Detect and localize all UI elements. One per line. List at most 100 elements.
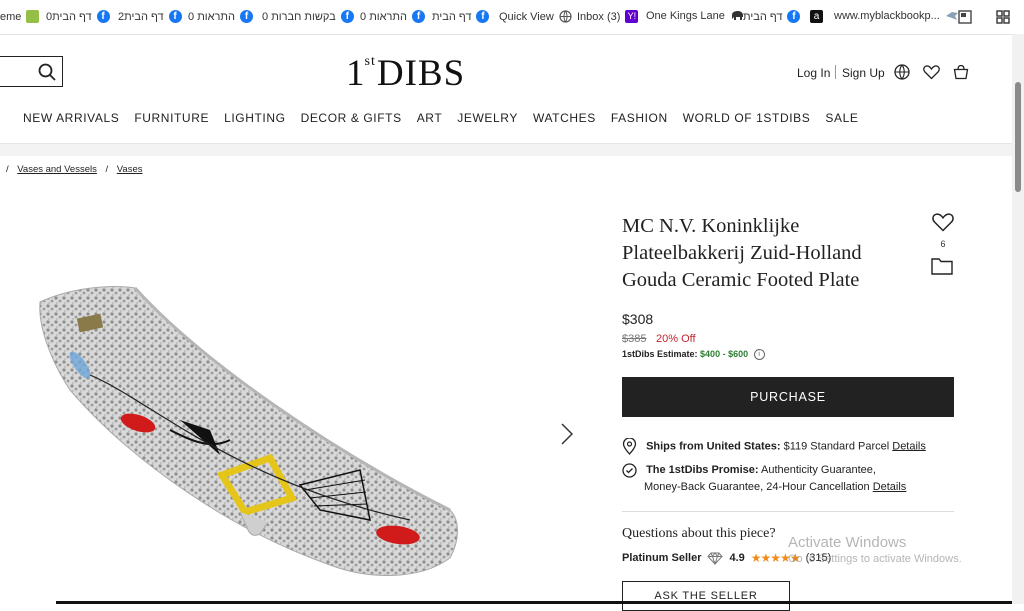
shipping-cost: $119 Standard Parcel bbox=[783, 440, 890, 453]
elephant-icon bbox=[731, 11, 743, 20]
ask-seller-button[interactable]: ASK THE SELLER bbox=[622, 581, 790, 611]
nav-item-lighting[interactable]: LIGHTING bbox=[224, 111, 285, 125]
breadcrumb-vases[interactable]: Vases bbox=[117, 164, 143, 175]
bookmark-label: Quick View bbox=[499, 10, 554, 23]
globe-icon[interactable] bbox=[894, 64, 910, 80]
discount-label: 20% Off bbox=[656, 333, 696, 345]
yahoo-icon: Y! bbox=[625, 10, 639, 23]
reading-list-icon[interactable] bbox=[958, 10, 972, 24]
shipping-info: Ships from United States: $119 Standard … bbox=[622, 438, 926, 455]
bookmark-label: www.myblackbookp... bbox=[834, 10, 940, 22]
price: $308 bbox=[622, 311, 654, 327]
favorites-count: 6 bbox=[940, 239, 946, 249]
scrollbar[interactable] bbox=[1012, 34, 1024, 604]
watermark-subtitle: Go to Settings to activate Windows. bbox=[788, 553, 962, 565]
heart-icon[interactable] bbox=[932, 212, 954, 232]
promise-label: The 1stDibs Promise: bbox=[646, 464, 759, 476]
bookmark-item[interactable]: Inbox (3) Y! bbox=[577, 10, 639, 23]
estimate: 1stDibs Estimate: $400 - $600 i bbox=[622, 349, 765, 361]
site-logo[interactable]: 1stDIBS bbox=[346, 52, 465, 95]
questions-heading: Questions about this piece? bbox=[622, 526, 776, 541]
bookmark-item[interactable]: 0 התראות f bbox=[188, 10, 253, 23]
purchase-button[interactable]: PURCHASE bbox=[622, 377, 954, 417]
bookmark-item[interactable]: דף הבית0 f bbox=[46, 10, 110, 23]
product-image[interactable] bbox=[30, 280, 470, 600]
promise-info: The 1stDibs Promise: Authenticity Guaran… bbox=[622, 462, 906, 496]
shopping-bag-icon[interactable] bbox=[953, 64, 969, 80]
amazon-icon: a bbox=[810, 10, 823, 23]
shipping-details-link[interactable]: Details bbox=[892, 440, 926, 452]
chevron-right-icon[interactable] bbox=[561, 423, 573, 445]
nav-item-decor-gifts[interactable]: DECOR & GIFTS bbox=[301, 111, 402, 125]
folder-icon[interactable] bbox=[931, 257, 953, 275]
info-icon[interactable]: i bbox=[753, 349, 765, 361]
nav-divider-band bbox=[0, 143, 1012, 156]
activate-windows-watermark: Activate Windows Go to Settings to activ… bbox=[788, 534, 962, 565]
nav-item-fashion[interactable]: FASHION bbox=[611, 111, 668, 125]
nav-item-art[interactable]: ART bbox=[417, 111, 443, 125]
bird-icon bbox=[945, 12, 958, 20]
globe-icon bbox=[559, 10, 572, 23]
bookmark-item[interactable]: דף הבית2 f bbox=[118, 10, 182, 23]
bookmark-label: 0 בקשות חברות bbox=[262, 10, 336, 23]
bookmark-item[interactable]: www.myblackbookp... bbox=[834, 10, 959, 22]
logo-digit: 1 bbox=[346, 53, 366, 94]
bookmark-item[interactable]: 0 בקשות חברות f bbox=[262, 10, 354, 23]
bookmark-item[interactable]: eme bbox=[0, 10, 40, 23]
bookmark-label: דף הבית bbox=[743, 10, 783, 23]
watermark-title: Activate Windows bbox=[788, 534, 907, 551]
bookmark-label: דף הבית2 bbox=[118, 10, 164, 23]
main-nav: NEW ARRIVALS FURNITURE LIGHTING DECOR & … bbox=[23, 111, 873, 125]
ships-from-label: Ships from United States: bbox=[646, 440, 781, 453]
facebook-icon: f bbox=[240, 10, 253, 23]
bookmark-item[interactable]: 0 התראות f bbox=[360, 10, 425, 23]
nav-item-sale[interactable]: SALE bbox=[825, 111, 858, 125]
seller-tier: Platinum Seller bbox=[622, 552, 702, 564]
seller-rating: 4.9 bbox=[729, 552, 745, 564]
bookmark-item[interactable]: a bbox=[810, 10, 823, 23]
bookmark-item[interactable]: Quick View bbox=[499, 10, 572, 23]
estimate-label: 1stDibs Estimate: bbox=[622, 349, 698, 359]
apps-grid-icon[interactable] bbox=[996, 10, 1010, 24]
location-pin-icon bbox=[622, 438, 637, 455]
promise-text-2: Money-Back Guarantee, 24-Hour Cancellati… bbox=[644, 481, 870, 493]
facebook-icon: f bbox=[96, 10, 110, 23]
estimate-range: $400 - $600 bbox=[700, 349, 749, 359]
facebook-icon: f bbox=[476, 10, 490, 23]
nav-item-new-arrivals[interactable]: NEW ARRIVALS bbox=[23, 111, 119, 125]
original-price: $385 bbox=[622, 333, 647, 345]
breadcrumb-vases-and-vessels[interactable]: Vases and Vessels bbox=[17, 164, 97, 175]
facebook-icon: f bbox=[787, 10, 801, 23]
heart-icon[interactable] bbox=[923, 64, 940, 80]
nav-item-jewelry[interactable]: JEWELRY bbox=[457, 111, 518, 125]
nav-item-furniture[interactable]: FURNITURE bbox=[134, 111, 209, 125]
nav-item-watches[interactable]: WATCHES bbox=[533, 111, 596, 125]
bookmark-label: One Kings Lane bbox=[646, 10, 725, 22]
check-circle-icon bbox=[622, 462, 637, 478]
nav-item-world-of-1stdibs[interactable]: WORLD OF 1STDIBS bbox=[683, 111, 811, 125]
signup-link[interactable]: Sign Up bbox=[842, 66, 885, 80]
login-link[interactable]: Log In bbox=[797, 66, 830, 80]
product-title: MC N.V. Koninklijke Plateelbakkerij Zuid… bbox=[622, 215, 862, 291]
search-icon[interactable] bbox=[38, 63, 56, 81]
bookmark-label: דף הבית0 bbox=[46, 10, 92, 23]
logo-st: st bbox=[364, 54, 376, 69]
search-input[interactable] bbox=[0, 56, 63, 87]
favorite-button[interactable]: 6 bbox=[931, 212, 955, 249]
bookmark-item[interactable]: One Kings Lane bbox=[646, 10, 744, 22]
bookmark-item[interactable]: דף הבית f bbox=[743, 10, 801, 23]
facebook-icon: f bbox=[168, 10, 182, 23]
bookmark-label: דף הבית bbox=[432, 10, 472, 23]
diamond-icon bbox=[707, 551, 724, 565]
scrollbar-thumb[interactable] bbox=[1015, 82, 1021, 192]
breadcrumb: / Vases and Vessels / Vases bbox=[6, 164, 143, 175]
facebook-icon: f bbox=[412, 10, 425, 23]
header-divider bbox=[835, 65, 836, 79]
bookmark-label: 0 התראות bbox=[188, 10, 235, 23]
promise-details-link[interactable]: Details bbox=[873, 481, 907, 493]
section-divider bbox=[622, 511, 954, 512]
bookmark-label: eme bbox=[0, 10, 22, 23]
facebook-icon: f bbox=[340, 10, 354, 23]
bookmark-item[interactable]: דף הבית f bbox=[432, 10, 490, 23]
shopify-icon bbox=[26, 10, 40, 23]
